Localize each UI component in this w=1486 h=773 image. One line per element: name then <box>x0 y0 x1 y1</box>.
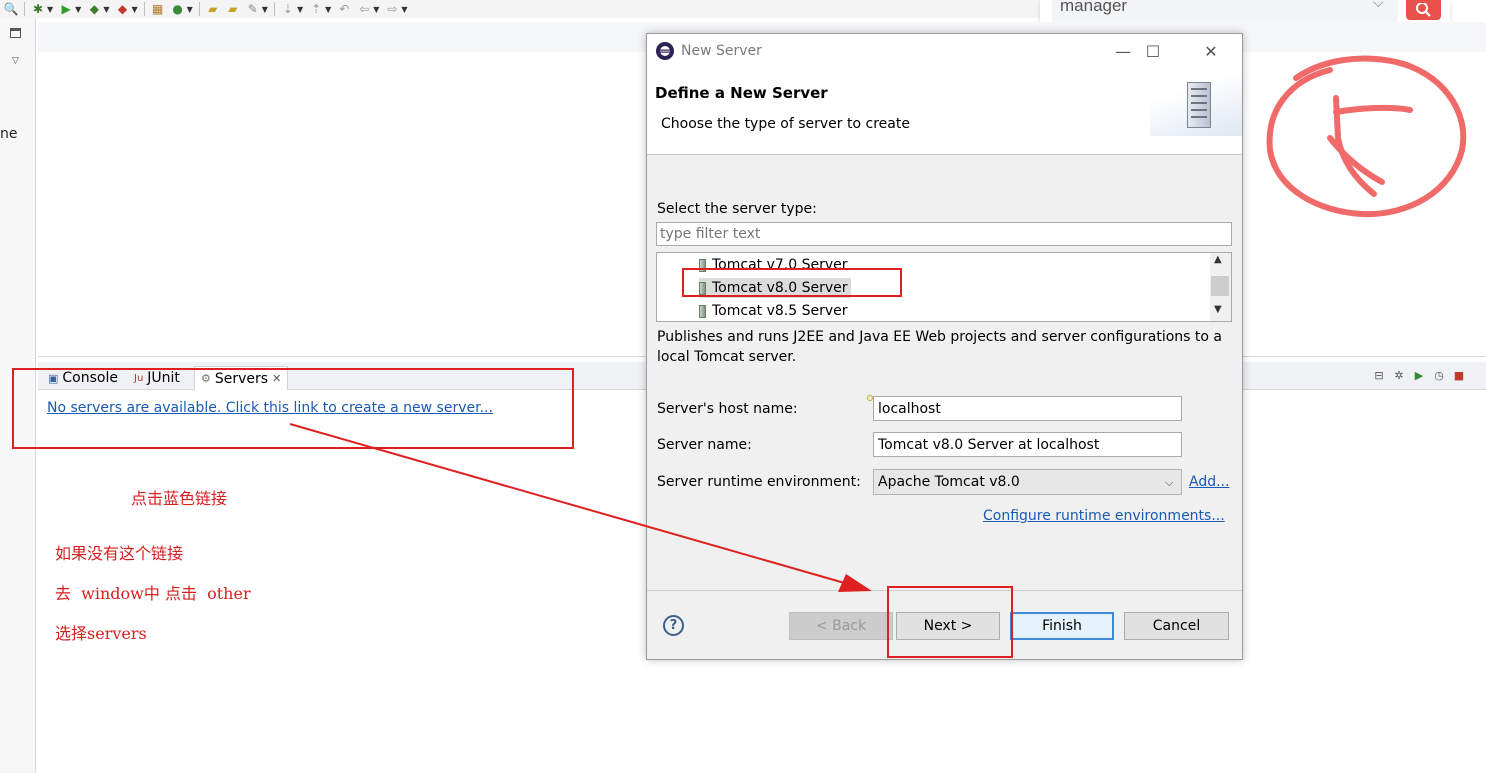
annotation-freehand-circle <box>1266 55 1467 218</box>
annotation-overlay <box>289 55 1467 592</box>
annotation-arrow <box>289 423 872 592</box>
